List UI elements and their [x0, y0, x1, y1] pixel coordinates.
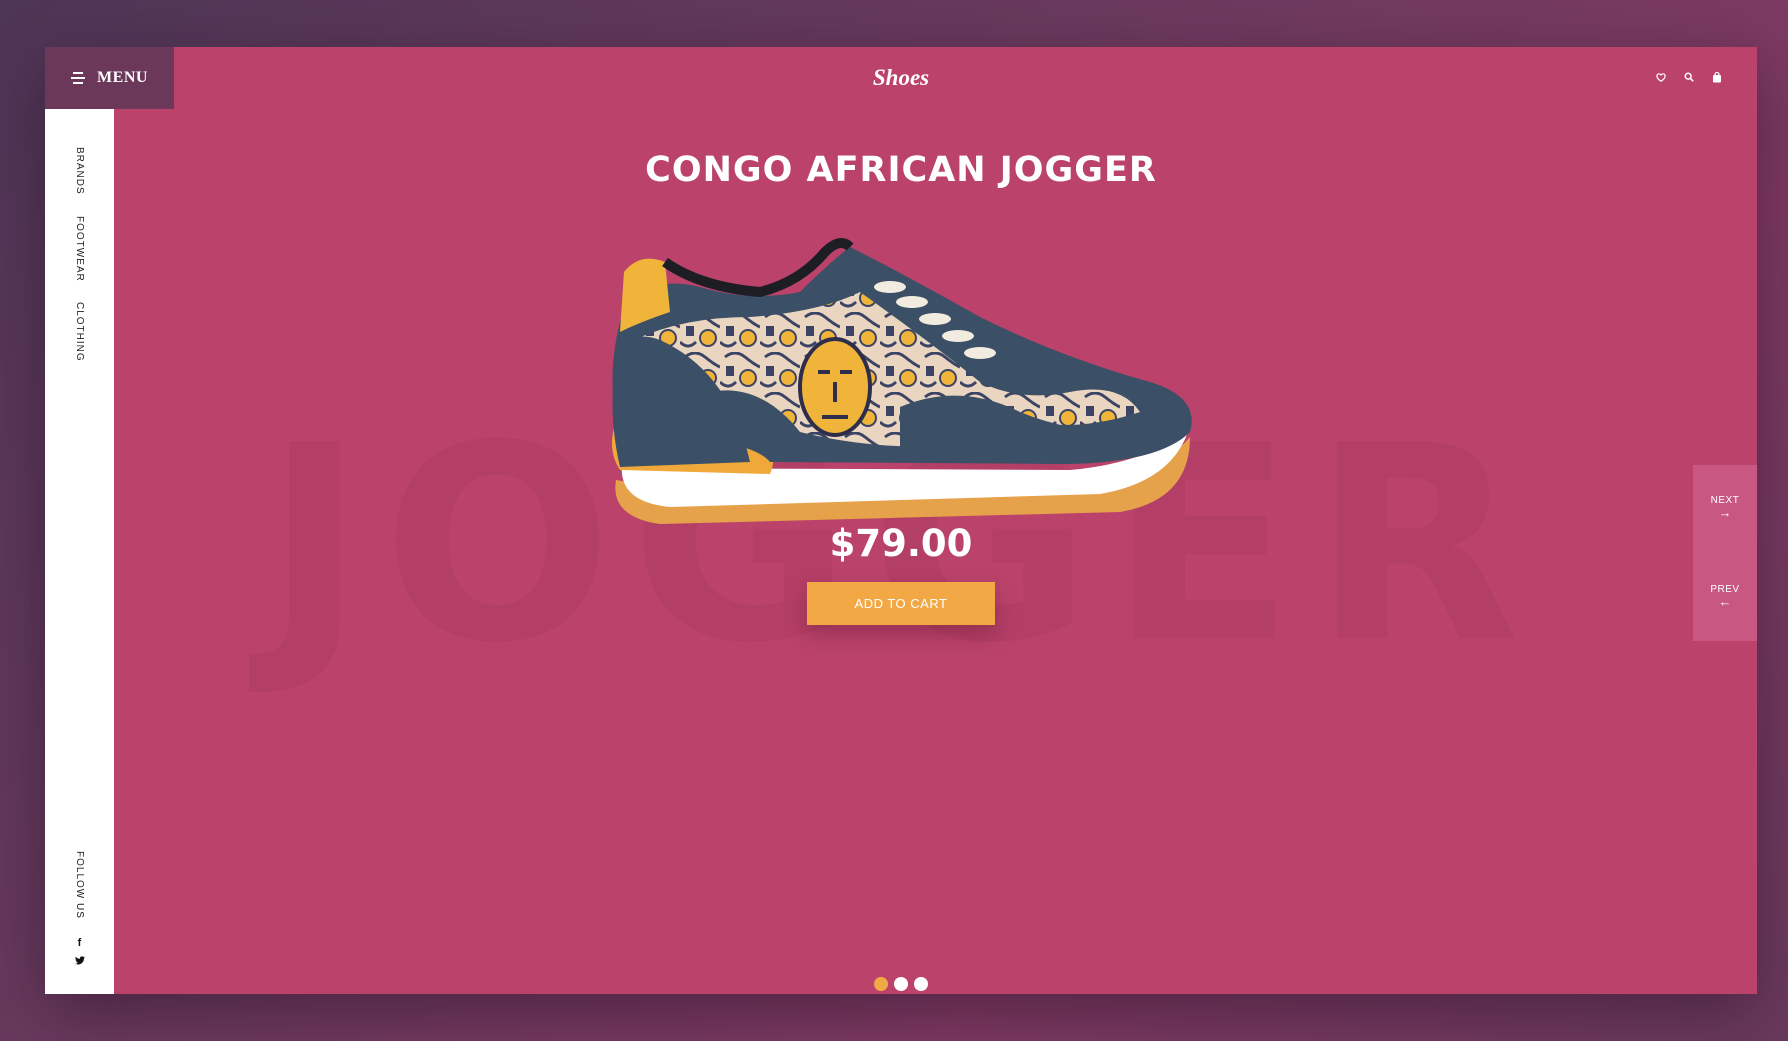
heart-icon[interactable] — [1655, 71, 1667, 83]
add-to-cart-button[interactable]: ADD TO CART — [807, 582, 995, 625]
slider-dot[interactable] — [874, 977, 888, 991]
header-icons — [1655, 71, 1723, 83]
sidebar-nav: BRANDS FOOTWEAR CLOTHING — [45, 147, 114, 365]
hamburger-icon — [71, 72, 86, 84]
facebook-icon[interactable]: f — [45, 937, 114, 949]
product-title: CONGO AFRICAN JOGGER — [645, 150, 1157, 190]
slider-dot[interactable] — [914, 977, 928, 991]
prev-button[interactable]: PREV ← — [1693, 584, 1757, 609]
menu-button[interactable]: MENU — [45, 47, 174, 109]
arrow-left-icon: ← — [1718, 594, 1732, 609]
next-button[interactable]: NEXT → — [1693, 495, 1757, 520]
follow-us-label: FOLLOW US — [74, 851, 85, 919]
slider-dots — [45, 977, 1757, 991]
arrow-right-icon: → — [1718, 505, 1732, 520]
slider-dot[interactable] — [894, 977, 908, 991]
slide-pager: NEXT → PREV ← — [1693, 465, 1757, 641]
page-frame: MENU BRANDS FOOTWEAR CLOTHING FOLLOW US … — [45, 47, 1757, 994]
bag-icon[interactable] — [1711, 71, 1723, 83]
brand-logo[interactable]: Shoes — [45, 65, 1757, 91]
sidebar-item-brands[interactable]: BRANDS — [45, 147, 114, 198]
product-price: $79.00 — [829, 522, 973, 565]
menu-label: MENU — [97, 69, 148, 86]
sidebar-item-clothing[interactable]: CLOTHING — [45, 302, 114, 365]
product-image-sneaker — [612, 238, 1192, 524]
sidebar: BRANDS FOOTWEAR CLOTHING FOLLOW US f — [45, 109, 114, 994]
twitter-icon[interactable] — [45, 956, 114, 968]
sidebar-item-footwear[interactable]: FOOTWEAR — [45, 216, 114, 285]
search-icon[interactable] — [1683, 71, 1695, 83]
